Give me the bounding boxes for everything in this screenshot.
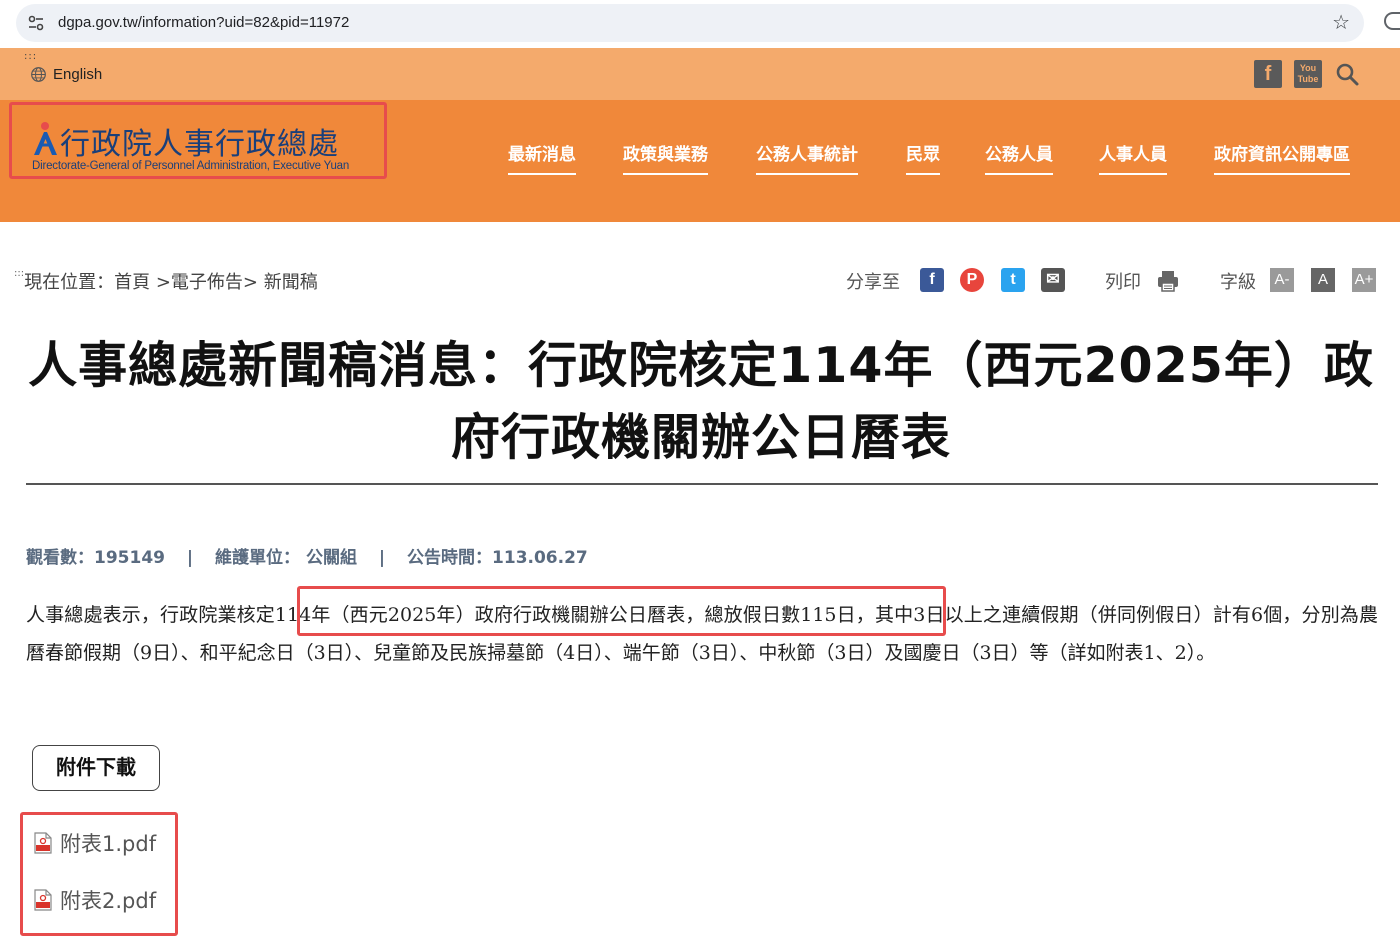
page-title: 人事總處新聞稿消息：行政院核定114年（西元2025年）政 府行政機關辦公日曆表 [24,330,1378,474]
page-tools: 分享至 f P t ✉ 列印 字級 A- A A+ [846,266,1386,296]
date-label: 公告時間： [407,548,493,568]
breadcrumb-text[interactable]: 現在位置：首頁 >電子佈告> 新聞稿 [24,272,318,293]
breadcrumb: :::現在位置：首頁 >電子佈告> 新聞稿 [14,268,318,294]
accesskey-marker: ::: [24,51,38,62]
page-title-line-1: 人事總處新聞稿消息：行政院核定114年（西元2025年）政 [28,337,1374,394]
english-link-label: English [53,66,103,83]
facebook-icon[interactable]: f [1254,60,1282,88]
share-email-icon[interactable]: ✉ [1041,268,1065,292]
nav-item-open-government[interactable]: 政府資訊公開專區 [1214,140,1350,175]
breadcrumb-marker: ::: [14,268,25,279]
attachment-link-2[interactable]: 附表2.pdf [34,885,156,915]
attachment-link-1[interactable]: 附表1.pdf [34,828,156,858]
share-plurk-icon[interactable]: P [960,268,984,292]
font-size-medium-button[interactable]: A [1311,268,1335,292]
nav-item-public[interactable]: 民眾 [906,140,940,175]
site-header: ::: English f You Tube 行政院人事行政總處 Directo… [0,48,1400,222]
printer-icon[interactable] [1156,269,1180,293]
main-nav: 最新消息 政策與業務 公務人事統計 民眾 公務人員 人事人員 政府資訊公開專區 [0,140,1400,180]
search-icon[interactable] [1334,61,1360,87]
font-size-small-button[interactable]: A- [1270,268,1294,292]
site-info-icon[interactable] [26,13,46,33]
browser-toolbar: dgpa.gov.tw/information?uid=82&pid=11972… [0,0,1400,48]
article-meta: 觀看數：195149 | 維護單位： 公關組 | 公告時間：113.06.27 [26,543,588,568]
views-label: 觀看數： [26,548,94,568]
unit-label: 維護單位： [215,548,301,568]
unit-value: 公關組 [305,548,357,568]
nav-item-policy[interactable]: 政策與業務 [623,140,708,175]
attachment-name: 附表2.pdf [60,889,157,913]
header-social-links: f You Tube [1254,60,1360,88]
header-top-strip [0,48,1400,100]
title-divider [26,483,1378,485]
english-link[interactable]: English [30,66,102,83]
address-bar[interactable]: dgpa.gov.tw/information?uid=82&pid=11972… [16,4,1364,42]
nav-item-personnel-staff[interactable]: 人事人員 [1099,140,1167,175]
nav-item-civil-servants[interactable]: 公務人員 [985,140,1053,175]
annotation-highlight-box [297,586,946,636]
print-label: 列印 [1105,272,1141,293]
font-size-large-button[interactable]: A+ [1352,268,1376,292]
url-text[interactable]: dgpa.gov.tw/information?uid=82&pid=11972 [58,14,349,31]
pdf-file-icon [34,832,52,854]
extension-icon[interactable] [1384,12,1400,30]
youtube-icon[interactable]: You Tube [1294,60,1322,88]
meta-separator: | [186,548,194,568]
attachments-download-button[interactable]: 附件下載 [32,745,160,791]
page-title-line-2: 府行政機關辦公日曆表 [450,409,951,466]
nav-item-statistics[interactable]: 公務人事統計 [756,140,858,175]
nav-item-latest-news[interactable]: 最新消息 [508,140,576,175]
meta-separator: | [378,548,386,568]
pdf-file-icon [34,889,52,911]
bookmark-star-icon[interactable]: ☆ [1332,12,1350,32]
share-facebook-icon[interactable]: f [920,268,944,292]
views-count: 195149 [94,548,165,568]
globe-icon [31,67,46,82]
share-twitter-icon[interactable]: t [1001,268,1025,292]
date-value: 113.06.27 [492,548,588,568]
attachment-name: 附表1.pdf [60,832,157,856]
share-label: 分享至 [846,272,900,293]
font-size-label: 字級 [1220,272,1256,293]
